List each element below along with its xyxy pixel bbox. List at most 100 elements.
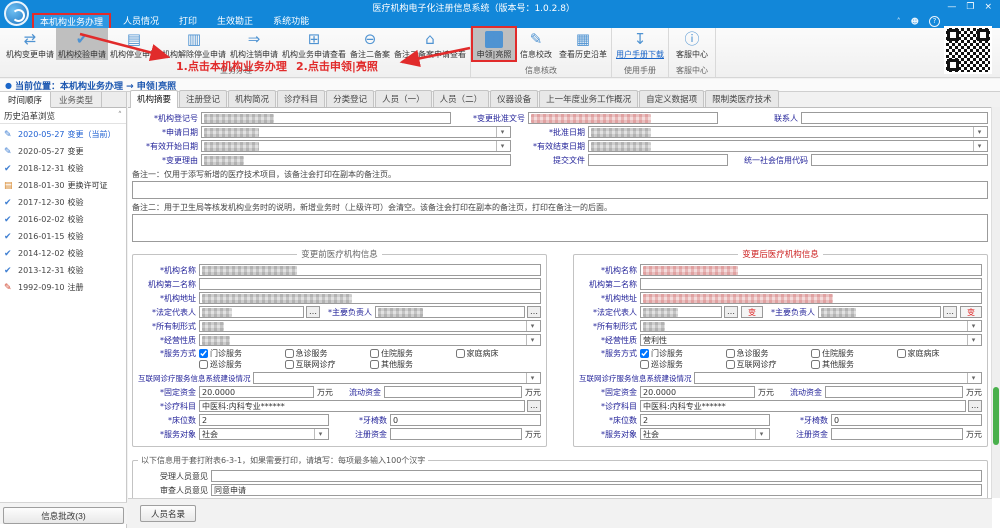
second-name-input[interactable] [640, 278, 982, 290]
tab-treatment-subjects[interactable]: 诊疗科目 [277, 90, 325, 107]
address-input[interactable] [640, 292, 982, 304]
tab-custom-data[interactable]: 自定义数据项 [639, 90, 704, 107]
outpatient-checkbox[interactable] [199, 349, 208, 358]
second-name-input[interactable] [199, 278, 541, 290]
chevron-down-icon[interactable]: ▾ [526, 335, 538, 345]
toolbar-button-view-applications[interactable]: ⊞ 机构业务申请查看 [280, 28, 348, 60]
org-name-input[interactable] [640, 264, 982, 276]
emergency-checkbox[interactable] [285, 349, 294, 358]
checkbox-inpatient[interactable]: 住院服务 [370, 348, 456, 359]
internet-info-select[interactable]: ▾ [694, 372, 982, 384]
history-item[interactable]: ✔ 2014-12-02 校验 [0, 245, 126, 262]
restore-button[interactable]: ❐ [966, 2, 974, 12]
tab-last-year-overview[interactable]: 上一年度业务工作概况 [539, 90, 638, 107]
tab-org-summary[interactable]: 机构摘要 [130, 90, 178, 108]
checkbox-touring[interactable]: 巡诊服务 [640, 359, 726, 370]
ribbon-collapse-icon[interactable]: ˄ [897, 17, 901, 26]
chevron-down-icon[interactable]: ▾ [496, 127, 508, 137]
home-bed-checkbox[interactable] [456, 349, 465, 358]
checkbox-outpatient[interactable]: 门诊服务 [640, 348, 726, 359]
tab-personnel-2[interactable]: 人员（二） [433, 90, 490, 107]
chevron-down-icon[interactable]: ▾ [526, 373, 538, 383]
note1-textarea[interactable] [132, 181, 988, 199]
reg-fund-input[interactable] [831, 428, 963, 440]
toolbar-button-org-suspend-apply[interactable]: ▤ 机构停业申请 [108, 28, 160, 60]
close-button[interactable]: × [984, 2, 992, 12]
org-name-input[interactable] [199, 264, 541, 276]
note2-textarea[interactable] [132, 214, 988, 242]
chairs-input[interactable]: 0 [831, 414, 982, 426]
inpatient-checkbox[interactable] [370, 349, 379, 358]
legal-rep-picker-button[interactable]: … [724, 306, 738, 318]
vertical-scrollbar[interactable] [991, 107, 1000, 498]
credit-code-input[interactable] [811, 154, 988, 166]
internet-checkbox[interactable] [285, 360, 294, 369]
chevron-down-icon[interactable]: ▾ [973, 141, 985, 151]
toolbar-button-info-correction[interactable]: ✎ 信息校改 [515, 28, 557, 60]
reg-fund-input[interactable] [390, 428, 522, 440]
apply-date-input[interactable]: ▾ [201, 126, 511, 138]
touring-checkbox[interactable] [640, 360, 649, 369]
history-item[interactable]: ✎ 2020-05-27 变更（当前） [0, 126, 126, 143]
scrollbar-thumb[interactable] [993, 387, 999, 445]
reg-no-input[interactable] [201, 112, 451, 124]
tab-org-profile[interactable]: 机构简况 [228, 90, 276, 107]
legal-rep-input[interactable] [199, 306, 304, 318]
personnel-list-button[interactable]: 人员名录 [140, 505, 196, 522]
toolbar-button-note2-filing[interactable]: ⊖ 备注二备案 [348, 28, 392, 60]
fixed-fund-input[interactable]: 20.0000 [199, 386, 314, 398]
valid-start-input[interactable]: ▾ [201, 140, 511, 152]
tab-business-type[interactable]: 业务类型 [51, 92, 102, 107]
menu-item-system[interactable]: 系统功能 [265, 13, 317, 30]
toolbar-button-service-center[interactable]: ⓘ 客服中心 [671, 28, 713, 60]
checkbox-internet[interactable]: 互联网诊疗 [285, 359, 371, 370]
checkbox-outpatient[interactable]: 门诊服务 [199, 348, 285, 359]
principal-change-button[interactable]: 变 [960, 306, 982, 318]
legal-rep-picker-button[interactable]: … [306, 306, 320, 318]
review-opinion-input[interactable]: 同意申请 [211, 484, 982, 496]
history-item[interactable]: ✔ 2016-02-02 校验 [0, 211, 126, 228]
beds-input[interactable]: 2 [640, 414, 770, 426]
internet-checkbox[interactable] [726, 360, 735, 369]
submit-doc-input[interactable] [588, 154, 728, 166]
toolbar-button-org-change-apply[interactable]: ⇄ 机构变更申请 [4, 28, 56, 60]
emergency-checkbox[interactable] [726, 349, 735, 358]
tab-personnel-1[interactable]: 人员（一） [375, 90, 432, 107]
subjects-input[interactable]: 中医科:内科专业****** [199, 400, 525, 412]
principal-picker-button[interactable]: … [943, 306, 957, 318]
chevron-down-icon[interactable]: ▾ [967, 321, 979, 331]
history-item[interactable]: ▤ 2018-01-30 更换许可证 [0, 177, 126, 194]
tab-restricted-tech[interactable]: 限制类医疗技术 [705, 90, 779, 107]
help-icon[interactable]: ? [929, 16, 940, 27]
other-checkbox[interactable] [811, 360, 820, 369]
chevron-down-icon[interactable]: ▾ [314, 429, 326, 439]
toolbar-button-manual-download[interactable]: ↧ 用户手册下载 [614, 28, 666, 60]
checkbox-home-bed[interactable]: 家庭病床 [897, 348, 983, 359]
chairs-input[interactable]: 0 [390, 414, 541, 426]
home-bed-checkbox[interactable] [897, 349, 906, 358]
collapse-icon[interactable]: ˄ [118, 111, 122, 121]
nature-select[interactable]: ▾ [199, 334, 541, 346]
ownership-select[interactable]: ▾ [199, 320, 541, 332]
chevron-down-icon[interactable]: ▾ [755, 429, 767, 439]
current-fund-input[interactable] [825, 386, 963, 398]
address-input[interactable] [199, 292, 541, 304]
accept-opinion-input[interactable] [211, 470, 982, 482]
tab-classification[interactable]: 分类登记 [326, 90, 374, 107]
inpatient-checkbox[interactable] [811, 349, 820, 358]
tab-equipment[interactable]: 仪器设备 [490, 90, 538, 107]
subjects-picker-button[interactable]: … [527, 400, 541, 412]
approve-date-input[interactable]: ▾ [588, 126, 988, 138]
menu-item-effective-correction[interactable]: 生效勘正 [209, 13, 261, 30]
change-doc-no-input[interactable] [528, 112, 718, 124]
valid-end-input[interactable]: ▾ [588, 140, 988, 152]
history-item[interactable]: ✔ 2018-12-31 校验 [0, 160, 126, 177]
menu-item-print[interactable]: 打印 [171, 13, 205, 30]
chevron-down-icon[interactable]: ▾ [967, 335, 979, 345]
change-reason-input[interactable] [201, 154, 511, 166]
contact-input[interactable] [801, 112, 988, 124]
chevron-down-icon[interactable]: ▾ [526, 321, 538, 331]
fixed-fund-input[interactable]: 20.0000 [640, 386, 755, 398]
history-item[interactable]: ✔ 2017-12-30 校验 [0, 194, 126, 211]
checkbox-home-bed[interactable]: 家庭病床 [456, 348, 542, 359]
